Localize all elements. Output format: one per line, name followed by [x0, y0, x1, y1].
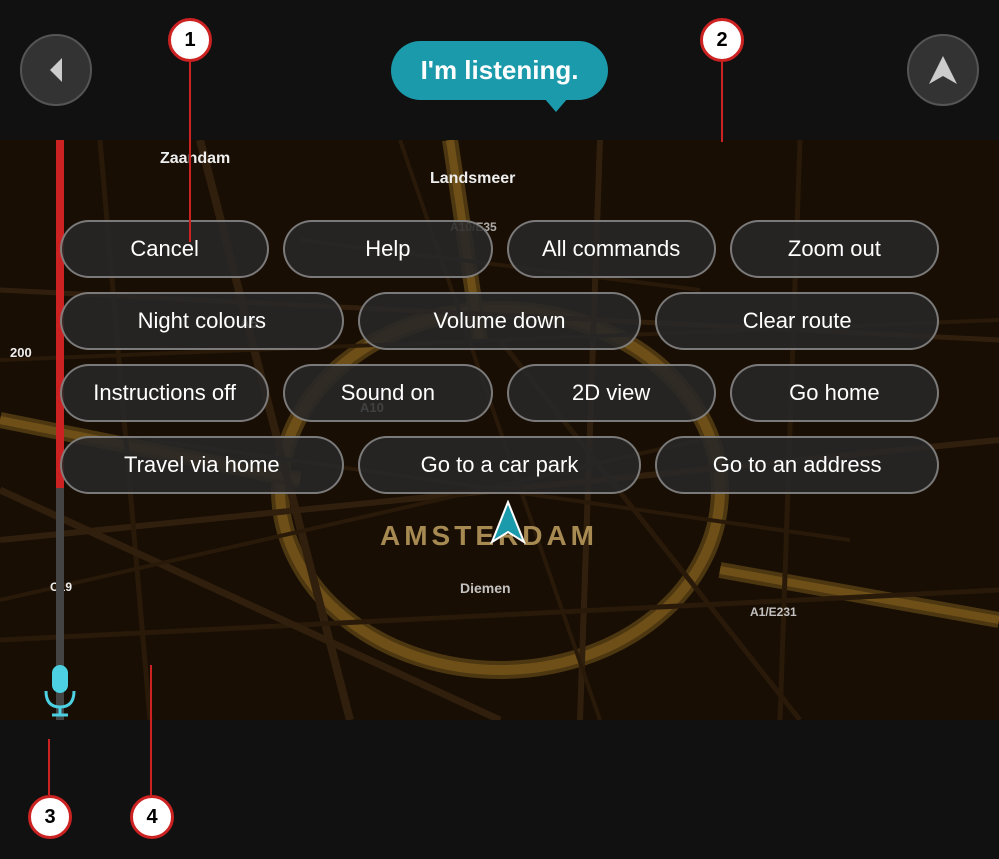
night-colours-button[interactable]: Night colours	[60, 292, 344, 350]
top-bar: I'm listening.	[0, 0, 999, 140]
listening-bubble: I'm listening.	[391, 41, 609, 100]
callout-2: 2	[700, 18, 744, 62]
clear-route-button[interactable]: Clear route	[655, 292, 939, 350]
listening-text: I'm listening.	[421, 55, 579, 85]
gps-button[interactable]	[907, 34, 979, 106]
callout-line-2	[721, 62, 723, 142]
mic-icon	[38, 663, 82, 717]
callout-1: 1	[168, 18, 212, 62]
help-button[interactable]: Help	[283, 220, 492, 278]
cancel-button[interactable]: Cancel	[60, 220, 269, 278]
2d-view-button[interactable]: 2D view	[507, 364, 716, 422]
all-commands-button[interactable]: All commands	[507, 220, 716, 278]
map-nav-arrow	[490, 500, 526, 549]
back-button[interactable]	[20, 34, 92, 106]
callout-3: 3	[28, 795, 72, 839]
commands-row-4: Travel via home Go to a car park Go to a…	[60, 436, 939, 494]
volume-down-button[interactable]: Volume down	[358, 292, 642, 350]
go-to-address-button[interactable]: Go to an address	[655, 436, 939, 494]
instructions-off-button[interactable]: Instructions off	[60, 364, 269, 422]
commands-grid: Cancel Help All commands Zoom out Night …	[60, 220, 939, 494]
callout-line-3	[48, 739, 50, 795]
callout-line-4	[150, 665, 152, 795]
commands-row-3: Instructions off Sound on 2D view Go hom…	[60, 364, 939, 422]
callout-line-1	[189, 62, 191, 242]
sound-on-button[interactable]: Sound on	[283, 364, 492, 422]
callout-4: 4	[130, 795, 174, 839]
microphone-area[interactable]	[30, 660, 90, 720]
commands-row-1: Cancel Help All commands Zoom out	[60, 220, 939, 278]
go-to-car-park-button[interactable]: Go to a car park	[358, 436, 642, 494]
go-home-button[interactable]: Go home	[730, 364, 939, 422]
commands-row-2: Night colours Volume down Clear route	[60, 292, 939, 350]
travel-via-home-button[interactable]: Travel via home	[60, 436, 344, 494]
zoom-out-button[interactable]: Zoom out	[730, 220, 939, 278]
